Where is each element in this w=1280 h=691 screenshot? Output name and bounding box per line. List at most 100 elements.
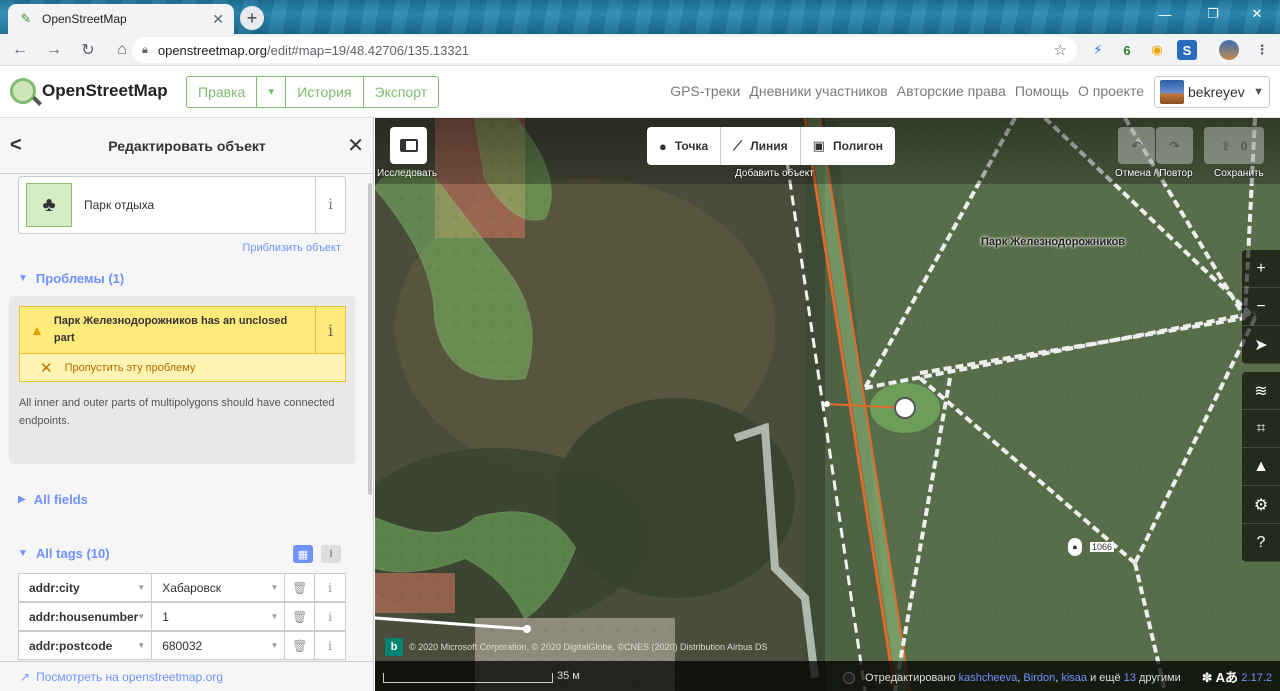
edit-dropdown-icon[interactable]: ▼	[257, 77, 287, 107]
chevron-down-icon: ▼	[270, 641, 279, 650]
ignore-issue-button[interactable]: ✕ Пропустить эту проблему	[19, 354, 346, 382]
issues-warning-icon[interactable]: ▲	[1242, 448, 1280, 486]
link-copyright[interactable]: Авторские права	[897, 83, 1006, 99]
user-avatar	[1160, 80, 1184, 104]
reload-icon[interactable]: ↻	[74, 36, 102, 64]
back-chevron-icon[interactable]: <	[10, 134, 22, 157]
issue-info-icon[interactable]: i	[315, 307, 345, 353]
editor-link[interactable]: Birdon	[1023, 672, 1055, 684]
link-gps-traces[interactable]: GPS-треки	[670, 83, 740, 99]
editor-link[interactable]: kashcheeva	[959, 672, 1018, 684]
extension-bolt-icon[interactable]: ⚡	[1088, 40, 1108, 60]
tag-key[interactable]: addr:city ▼	[19, 574, 153, 601]
text-view-icon[interactable]: I	[321, 545, 341, 563]
tag-key-text: addr:city	[29, 580, 80, 595]
window-close-icon[interactable]: ✕	[1234, 0, 1280, 28]
bookmark-star-icon[interactable]: ☆	[1054, 41, 1067, 59]
poi-number: 1066	[1090, 542, 1115, 552]
chevron-down-icon: ▼	[18, 548, 28, 559]
scale-bar[interactable]	[383, 673, 553, 683]
tag-key[interactable]: addr:postcode ▼	[19, 632, 153, 659]
preset-info-icon[interactable]: i	[315, 177, 345, 233]
trash-icon[interactable]: 🗑︎	[285, 603, 316, 630]
address-input[interactable]: 🔒︎ openstreetmap.org/edit#map=19/48.4270…	[132, 37, 1077, 63]
user-menu-button[interactable]: bekreyev ▼	[1154, 76, 1270, 108]
park-map-label: Парк Железнодорожников	[981, 236, 1126, 248]
rss-icon[interactable]: ◉	[1147, 40, 1167, 60]
map-data-icon[interactable]: ⌗	[1242, 410, 1280, 448]
redo-icon[interactable]: ↷	[1156, 127, 1193, 164]
all-tags-toggle[interactable]: ▼ All tags (10)	[18, 546, 110, 561]
extension-counter-icon[interactable]: 6	[1117, 40, 1137, 60]
zoom-to-object-link[interactable]: Приблизить объект	[242, 242, 341, 254]
geolocate-icon[interactable]: ➤	[1242, 326, 1280, 364]
zoom-out-icon[interactable]: −	[1242, 288, 1280, 326]
map-footer: 35 м Отредактировано kashcheeva, Birdon,…	[375, 661, 1280, 691]
version-label[interactable]: 2.17.2	[1241, 672, 1272, 684]
link-help[interactable]: Помощь	[1015, 83, 1069, 99]
trash-icon[interactable]: 🗑︎	[285, 574, 316, 601]
osm-logo[interactable]: OpenStreetMap	[10, 78, 168, 104]
language-glyph: Aあ	[1215, 670, 1238, 685]
issue-text: Парк Железнодорожников has an unclosed p…	[53, 315, 288, 344]
link-about[interactable]: О проекте	[1078, 83, 1144, 99]
view-on-osm-link[interactable]: Посмотреть на openstreetmap.org	[36, 670, 223, 684]
issue-item[interactable]: ▲ Парк Железнодорожников has an unclosed…	[19, 306, 346, 354]
back-arrow-icon[interactable]: ←	[6, 36, 34, 64]
all-fields-toggle[interactable]: ▶ All fields	[18, 492, 88, 507]
tag-info-icon[interactable]: i	[315, 603, 345, 630]
browser-tab[interactable]: ✎ OpenStreetMap ✕	[8, 4, 234, 34]
zoom-in-icon[interactable]: +	[1242, 250, 1280, 288]
extension-s-icon[interactable]: S	[1177, 40, 1197, 60]
close-icon[interactable]: ✕	[347, 133, 364, 158]
tag-key[interactable]: addr:housenumber ▼	[19, 603, 153, 630]
tag-info-icon[interactable]: i	[315, 632, 345, 659]
osm-magnifier-icon	[10, 78, 36, 104]
issue-description: All inner and outer parts of multipolygo…	[19, 397, 335, 427]
all-tags-label: All tags (10)	[35, 546, 110, 561]
poi-marker[interactable]: ● 1066	[1068, 538, 1115, 556]
list-view-icon[interactable]: ▦	[293, 545, 313, 563]
map-canvas[interactable]: Исследовать ● Точка ⟋ Линия ▣ Полигон Добав…	[375, 118, 1280, 691]
layers-icon[interactable]: ≋	[1242, 372, 1280, 410]
profile-avatar[interactable]	[1219, 40, 1239, 60]
sidebar-toggle-button[interactable]	[390, 127, 427, 164]
edited-by-info: Отредактировано kashcheeva, Birdon, kisa…	[843, 672, 1181, 684]
minimize-icon[interactable]: —	[1142, 0, 1188, 28]
add-area-button[interactable]: ▣ Полигон	[801, 127, 895, 165]
history-button[interactable]: История	[286, 77, 364, 107]
add-point-button[interactable]: ● Точка	[647, 127, 722, 165]
edit-button[interactable]: Правка	[187, 77, 258, 107]
preset-item[interactable]: ♣ Парк отдыха i	[18, 176, 346, 234]
others-suffix: другими	[1138, 672, 1181, 684]
all-fields-label: All fields	[33, 492, 88, 507]
attribution-text: © 2020 Microsoft Corporation, © 2020 Dig…	[409, 642, 768, 652]
export-button[interactable]: Экспорт	[364, 77, 439, 107]
save-button[interactable]: ⇪ 0	[1204, 127, 1264, 164]
add-line-button[interactable]: ⟋ Линия	[721, 127, 801, 165]
new-tab-button[interactable]: +	[240, 6, 264, 30]
others-count-link[interactable]: 13	[1124, 672, 1136, 684]
issues-section-toggle[interactable]: ▼ Проблемы (1)	[18, 271, 124, 286]
browser-menu-icon[interactable]: ⋮	[1252, 40, 1272, 60]
tag-value[interactable]: 680032 ▼	[152, 632, 286, 659]
forward-arrow-icon[interactable]: →	[40, 36, 68, 64]
preferences-icon[interactable]: ⚙	[1242, 486, 1280, 524]
tag-info-icon[interactable]: i	[315, 574, 345, 601]
tab-close-icon[interactable]: ✕	[212, 11, 224, 28]
help-icon[interactable]: ?	[1242, 524, 1280, 562]
tag-value[interactable]: 1 ▼	[152, 603, 286, 630]
maximize-icon[interactable]: ❐	[1190, 0, 1236, 28]
sidebar-scrollbar[interactable]	[368, 183, 372, 495]
link-diaries[interactable]: Дневники участников	[749, 83, 887, 99]
upload-icon: ⇪	[1220, 138, 1231, 153]
undo-icon[interactable]: ↶	[1118, 127, 1155, 164]
add-area-label: Полигон	[832, 139, 884, 153]
trash-icon[interactable]: 🗑︎	[285, 632, 316, 659]
language-button[interactable]: ✽ Aあ	[1202, 667, 1238, 686]
tag-value[interactable]: Хабаровск ▼	[152, 574, 286, 601]
editor-link[interactable]: kisaa	[1061, 672, 1087, 684]
map-controls: + − ➤	[1242, 250, 1280, 364]
save-count: 0	[1240, 138, 1248, 153]
bing-logo-icon[interactable]: b	[385, 638, 403, 656]
